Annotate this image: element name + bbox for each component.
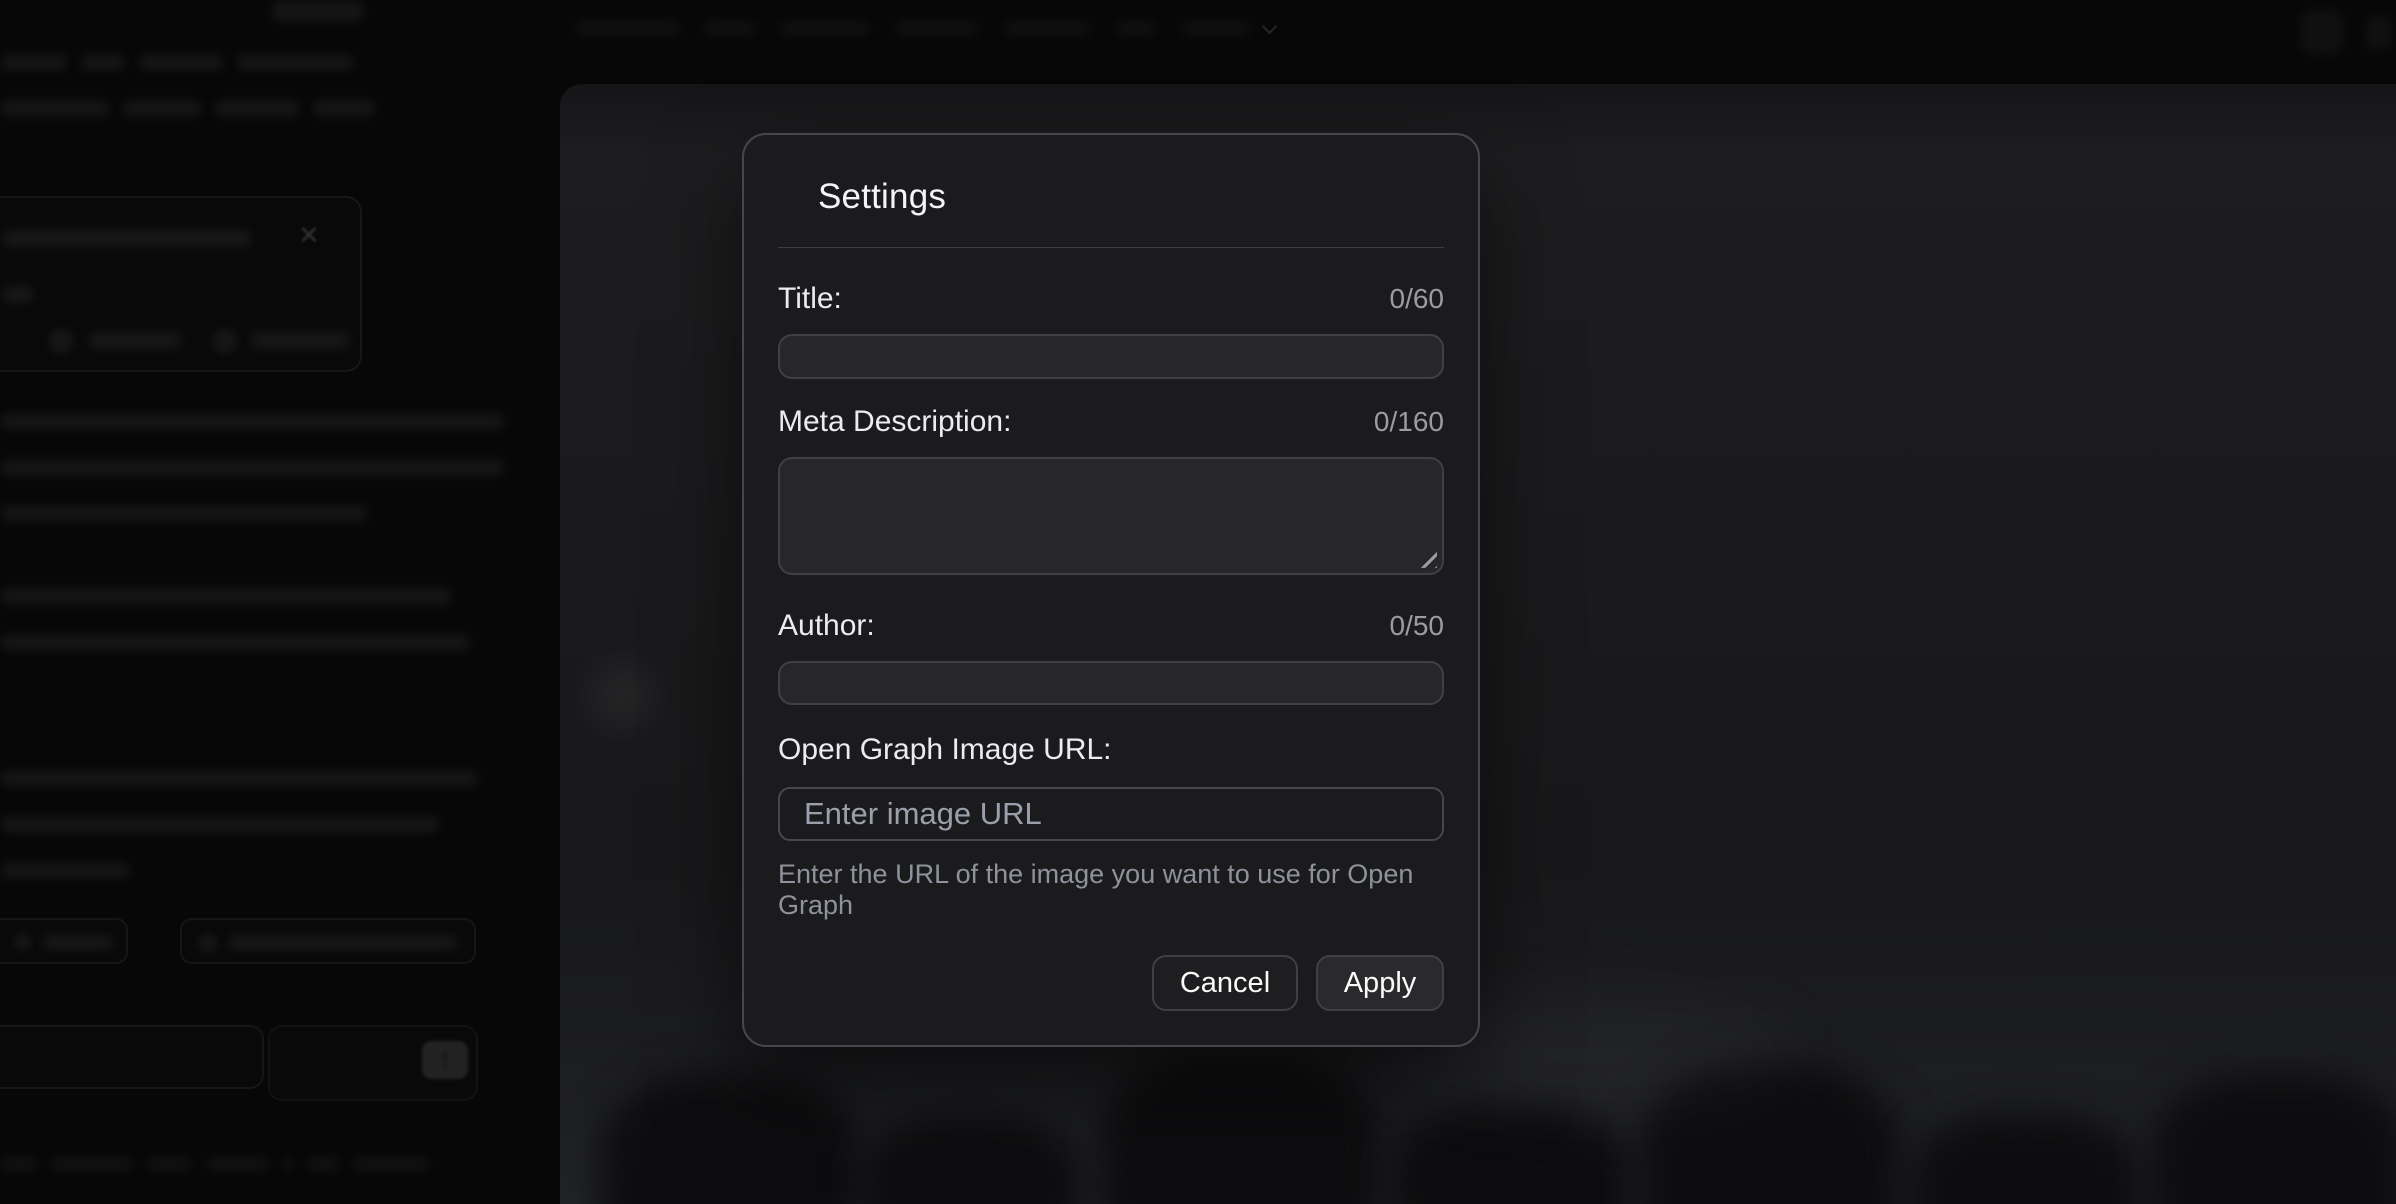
nav-item	[575, 21, 680, 36]
manage-knowledge-button[interactable]	[180, 918, 476, 964]
send-icon: ↑	[439, 1046, 451, 1074]
duplicate-button[interactable]	[0, 918, 128, 964]
author-input[interactable]	[778, 661, 1444, 706]
nav-item	[894, 21, 979, 36]
author-counter: 0/50	[1390, 610, 1445, 642]
sidebar-pill	[272, 0, 364, 22]
topbar-icon	[2366, 16, 2392, 50]
settings-modal: Settings Title: 0/60 Meta Description: 0…	[742, 133, 1480, 1047]
topbar-icon	[2300, 10, 2344, 54]
apply-button[interactable]: Apply	[1316, 955, 1444, 1011]
floating-button-glow	[568, 640, 676, 748]
divider	[778, 247, 1444, 248]
meta-description-textarea[interactable]	[778, 457, 1444, 575]
send-button[interactable]: ↑	[422, 1041, 468, 1079]
author-label: Author:	[778, 609, 875, 643]
chevron-down-icon	[1262, 18, 1278, 34]
og-image-helper-text: Enter the URL of the image you want to u…	[778, 859, 1444, 921]
preview-icon	[212, 328, 238, 354]
nav-item	[1181, 21, 1251, 36]
title-input[interactable]	[778, 334, 1444, 379]
remix-button[interactable]	[88, 332, 182, 349]
remix-icon	[48, 328, 74, 354]
og-image-label: Open Graph Image URL:	[778, 733, 1112, 767]
chat-sidebar: ✕ ↑	[0, 0, 560, 1204]
modal-actions: Cancel Apply	[778, 955, 1444, 1011]
title-field-header: Title: 0/60	[778, 282, 1444, 316]
nav-item	[704, 21, 756, 36]
title-counter: 0/60	[1390, 283, 1445, 315]
app-window: ✕ ↑	[0, 0, 2396, 1204]
nav-item	[1115, 21, 1157, 36]
nav-item	[780, 21, 870, 36]
og-image-url-input[interactable]	[778, 787, 1444, 841]
meta-description-field-header: Meta Description: 0/160	[778, 405, 1444, 439]
chat-input[interactable]	[0, 1025, 264, 1089]
og-image-field-header: Open Graph Image URL:	[778, 733, 1444, 767]
meta-description-label: Meta Description:	[778, 405, 1011, 439]
version-card: ✕	[0, 196, 362, 372]
meta-description-counter: 0/160	[1374, 406, 1444, 438]
author-field-header: Author: 0/50	[778, 609, 1444, 643]
preview-button[interactable]	[250, 332, 350, 349]
title-label: Title:	[778, 282, 842, 316]
modal-title: Settings	[818, 177, 1444, 217]
cancel-button[interactable]: Cancel	[1152, 955, 1298, 1011]
close-icon[interactable]: ✕	[298, 222, 320, 248]
nav-item	[1003, 21, 1091, 36]
